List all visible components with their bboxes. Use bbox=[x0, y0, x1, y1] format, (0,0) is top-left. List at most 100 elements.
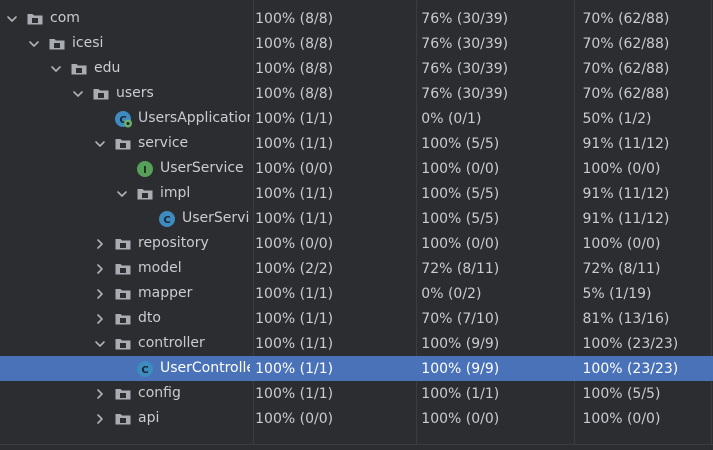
tree-name-cell[interactable]: C UserServic bbox=[0, 206, 250, 231]
table-row[interactable]: I UserService 100% (0/0) 100% (0/0) 100% (0/… bbox=[0, 156, 713, 181]
chevron-right-icon[interactable] bbox=[92, 231, 108, 256]
method-coverage-cell: 76% (30/39) bbox=[421, 35, 509, 52]
method-coverage-cell: 100% (5/5) bbox=[421, 185, 500, 202]
table-row[interactable]: C UsersApplication 100% (1/1) 0% (0/1) 50% (… bbox=[0, 106, 713, 131]
table-row[interactable]: impl 100% (1/1) 100% (5/5) 91% (11/12) bbox=[0, 181, 713, 206]
line-coverage-cell: 70% (62/88) bbox=[582, 35, 670, 52]
class-icon: C bbox=[136, 360, 154, 378]
chevron-down-icon[interactable] bbox=[114, 181, 130, 206]
class-coverage-cell: 100% (0/0) bbox=[255, 160, 334, 177]
tree-item-label: dto bbox=[138, 310, 161, 326]
interface-icon: I bbox=[136, 160, 154, 178]
tree-name-cell[interactable]: service bbox=[0, 131, 250, 156]
table-row[interactable]: C UserServic 100% (1/1) 100% (5/5) 91% (11/1… bbox=[0, 206, 713, 231]
tree-item-label: icesi bbox=[72, 35, 104, 51]
folder-icon bbox=[114, 235, 132, 253]
tree-name-cell[interactable]: api bbox=[0, 406, 250, 431]
folder-icon bbox=[114, 135, 132, 153]
tree-name-cell[interactable]: com bbox=[0, 6, 250, 31]
folder-icon bbox=[114, 335, 132, 353]
chevron-down-icon[interactable] bbox=[4, 6, 20, 31]
chevron-right-icon[interactable] bbox=[92, 306, 108, 331]
class-coverage-cell: 100% (0/0) bbox=[255, 410, 334, 427]
tree-item-label: UserControlle bbox=[160, 360, 251, 376]
method-coverage-cell: 0% (0/1) bbox=[421, 110, 482, 127]
line-coverage-cell: 70% (62/88) bbox=[582, 85, 670, 102]
class-coverage-cell: 100% (8/8) bbox=[255, 85, 334, 102]
table-row[interactable]: icesi 100% (8/8) 76% (30/39) 70% (62/88) bbox=[0, 31, 713, 56]
tree-item-label: users bbox=[116, 85, 154, 101]
folder-icon bbox=[114, 385, 132, 403]
tree-name-cell[interactable]: controller bbox=[0, 331, 250, 356]
tree-name-cell[interactable]: C UserControlle bbox=[0, 356, 250, 381]
class-coverage-cell: 100% (1/1) bbox=[255, 310, 334, 327]
class-coverage-cell: 100% (0/0) bbox=[255, 235, 334, 252]
chevron-down-icon[interactable] bbox=[26, 31, 42, 56]
table-row[interactable]: controller 100% (1/1) 100% (9/9) 100% (23/2… bbox=[0, 331, 713, 356]
tree-name-cell[interactable]: impl bbox=[0, 181, 250, 206]
tree-item-label: config bbox=[138, 385, 181, 401]
table-row[interactable]: dto 100% (1/1) 70% (7/10) 81% (13/16) bbox=[0, 306, 713, 331]
method-coverage-cell: 100% (0/0) bbox=[421, 235, 500, 252]
tree-name-cell[interactable]: I UserService bbox=[0, 156, 250, 181]
tree-name-cell[interactable]: repository bbox=[0, 231, 250, 256]
table-row[interactable]: model 100% (2/2) 72% (8/11) 72% (8/11) bbox=[0, 256, 713, 281]
method-coverage-cell: 100% (9/9) bbox=[421, 360, 500, 377]
method-coverage-cell: 100% (9/9) bbox=[421, 335, 500, 352]
table-row[interactable]: api 100% (0/0) 100% (0/0) 100% (0/0) bbox=[0, 406, 713, 431]
tree-name-cell[interactable]: dto bbox=[0, 306, 250, 331]
class-coverage-cell: 100% (1/1) bbox=[255, 360, 334, 377]
method-coverage-cell: 100% (0/0) bbox=[421, 160, 500, 177]
svg-text:I: I bbox=[143, 165, 147, 176]
table-row[interactable]: C UserControlle 100% (1/1) 100% (9/9) 100% (… bbox=[0, 356, 713, 381]
tree-item-label: repository bbox=[138, 235, 209, 251]
table-row[interactable]: com 100% (8/8) 76% (30/39) 70% (62/88) bbox=[0, 6, 713, 31]
tree-item-label: mapper bbox=[138, 285, 193, 301]
class-coverage-cell: 100% (1/1) bbox=[255, 285, 334, 302]
class-coverage-cell: 100% (1/1) bbox=[255, 385, 334, 402]
folder-icon bbox=[114, 410, 132, 428]
chevron-down-icon[interactable] bbox=[70, 81, 86, 106]
tree-name-cell[interactable]: model bbox=[0, 256, 250, 281]
method-coverage-cell: 100% (1/1) bbox=[421, 385, 500, 402]
folder-icon bbox=[136, 185, 154, 203]
chevron-down-icon[interactable] bbox=[92, 131, 108, 156]
chevron-right-icon[interactable] bbox=[92, 381, 108, 406]
tree-name-cell[interactable]: C UsersApplication bbox=[0, 106, 250, 131]
tree-item-label: model bbox=[138, 260, 182, 276]
tree-item-label: com bbox=[50, 10, 80, 26]
folder-icon bbox=[114, 285, 132, 303]
table-row[interactable]: edu 100% (8/8) 76% (30/39) 70% (62/88) bbox=[0, 56, 713, 81]
tree-name-cell[interactable]: icesi bbox=[0, 31, 250, 56]
spring-app-icon: C bbox=[114, 110, 132, 128]
chevron-down-icon[interactable] bbox=[48, 56, 64, 81]
tree-name-cell[interactable]: users bbox=[0, 81, 250, 106]
table-row[interactable]: repository 100% (0/0) 100% (0/0) 100% (0/0) bbox=[0, 231, 713, 256]
table-row[interactable]: users 100% (8/8) 76% (30/39) 70% (62/88) bbox=[0, 81, 713, 106]
chevron-right-icon[interactable] bbox=[92, 281, 108, 306]
tree-name-cell[interactable]: mapper bbox=[0, 281, 250, 306]
tree-item-label: api bbox=[138, 410, 160, 426]
tree-name-cell[interactable]: edu bbox=[0, 56, 250, 81]
line-coverage-cell: 100% (0/0) bbox=[582, 235, 661, 252]
line-coverage-cell: 50% (1/2) bbox=[582, 110, 652, 127]
folder-icon bbox=[92, 85, 110, 103]
chevron-down-icon[interactable] bbox=[92, 331, 108, 356]
line-coverage-cell: 81% (13/16) bbox=[582, 310, 670, 327]
chevron-right-icon[interactable] bbox=[92, 406, 108, 431]
table-row[interactable]: mapper 100% (1/1) 0% (0/2) 5% (1/19) bbox=[0, 281, 713, 306]
svg-text:C: C bbox=[163, 215, 170, 226]
tree-name-cell[interactable]: config bbox=[0, 381, 250, 406]
tree-item-label: impl bbox=[160, 185, 191, 201]
table-row[interactable]: config 100% (1/1) 100% (1/1) 100% (5/5) bbox=[0, 381, 713, 406]
line-coverage-cell: 91% (11/12) bbox=[582, 210, 670, 227]
line-coverage-cell: 100% (23/23) bbox=[582, 335, 679, 352]
tree-item-label: service bbox=[138, 135, 189, 151]
line-coverage-cell: 91% (11/12) bbox=[582, 135, 670, 152]
method-coverage-cell: 100% (0/0) bbox=[421, 410, 500, 427]
folder-icon bbox=[114, 310, 132, 328]
table-row[interactable]: service 100% (1/1) 100% (5/5) 91% (11/12) bbox=[0, 131, 713, 156]
chevron-right-icon[interactable] bbox=[92, 256, 108, 281]
method-coverage-cell: 72% (8/11) bbox=[421, 260, 500, 277]
class-coverage-cell: 100% (2/2) bbox=[255, 260, 334, 277]
